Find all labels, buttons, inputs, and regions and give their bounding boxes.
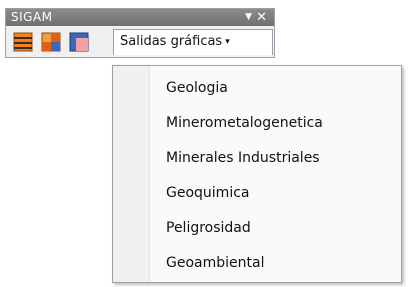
salidas-graficas-menu: Geologia Minerometalogenetica Minerales … (112, 65, 402, 283)
map-layer-icon[interactable] (69, 32, 89, 52)
toolbar-titlebar[interactable]: SIGAM ▼ ✕ (6, 9, 274, 26)
close-icon[interactable]: ✕ (256, 9, 267, 26)
menu-button-label: Salidas gráficas (120, 34, 223, 49)
menu-item-geologia[interactable]: Geologia (166, 80, 228, 96)
toolbar-options-icon[interactable]: ▼ (245, 9, 252, 26)
menu-icon-gutter (113, 66, 150, 282)
sigam-toolbar: SIGAM ▼ ✕ Salidas gráficas ▾ (5, 8, 275, 58)
menu-item-geoambiental[interactable]: Geoambiental (166, 255, 264, 271)
menu-item-minerales-industriales[interactable]: Minerales Industriales (166, 150, 320, 166)
toolbar-title: SIGAM (11, 10, 53, 24)
grid-blocks-icon[interactable] (41, 32, 61, 52)
salidas-graficas-menu-button[interactable]: Salidas gráficas ▾ (113, 29, 273, 55)
menu-item-minerometalogenetica[interactable]: Minerometalogenetica (166, 115, 323, 131)
menu-item-geoquimica[interactable]: Geoquimica (166, 185, 249, 201)
layers-striped-icon[interactable] (13, 32, 33, 52)
chevron-down-icon: ▾ (225, 37, 230, 47)
menu-item-peligrosidad[interactable]: Peligrosidad (166, 220, 251, 236)
